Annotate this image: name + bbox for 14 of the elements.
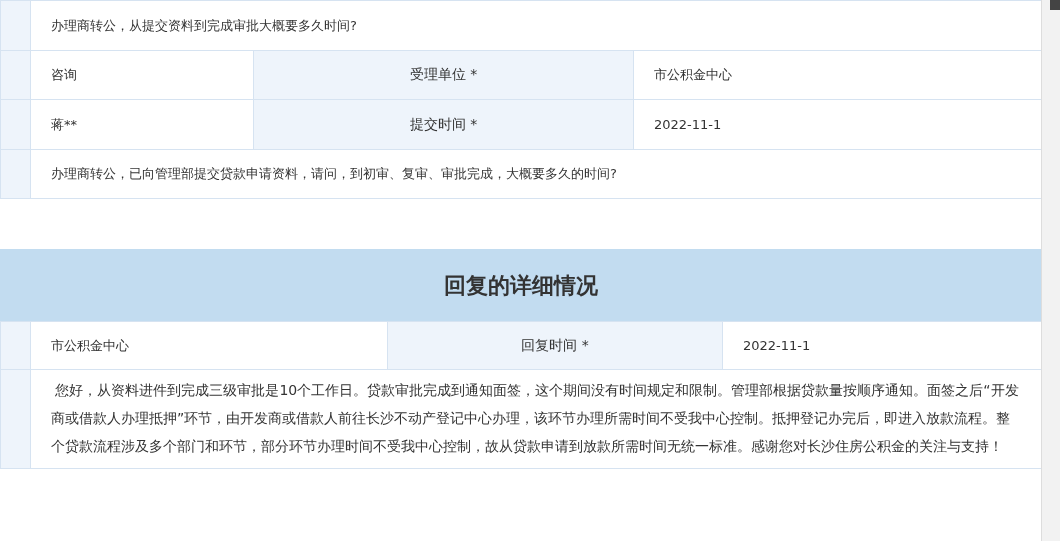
section-title: 回复的详细情况 bbox=[443, 271, 598, 300]
table-cell: 2022-11-1 bbox=[722, 321, 1041, 369]
reply-content: 您好，从资料进件到完成三级审批是10个工作日。贷款审批完成到通知面签，这个期间没有时间规定和限制。管理部根据贷款量按顺序通知。面签之后“开发商或借款人办理抵押”环节，由开发商或借款人前往长沙不动产登记中心办理，该环节办理所需时间不受我中心控制。抵押登记办完后，即进入放款流程。整个贷款流程涉及多个部门和环节，部分环节办理时间不受我中心控制，故从贷款申请到放款所需时间无统一标准。感谢您对长沙住房公积金的关注与支持！ bbox=[30, 369, 1041, 468]
table-cell: 2022-11-1 bbox=[633, 99, 1041, 149]
table-cell: 市公积金中心 bbox=[633, 49, 1041, 99]
field-label: 提交时间 * bbox=[253, 99, 633, 149]
question-title: 办理商转公，从提交资料到完成审批大概要多久时间? bbox=[30, 0, 1041, 50]
field-label: 受理单位 * bbox=[253, 49, 633, 99]
row-header-cell bbox=[0, 99, 30, 149]
row-header-cell bbox=[0, 49, 30, 99]
row-header-cell bbox=[0, 0, 30, 50]
row-header-cell bbox=[0, 321, 30, 369]
question-content: 办理商转公，已向管理部提交贷款申请资料，请问，到初审、复审、审批完成，大概要多久的时间? bbox=[30, 148, 1041, 198]
field-label: 回复时间 * bbox=[387, 321, 722, 369]
